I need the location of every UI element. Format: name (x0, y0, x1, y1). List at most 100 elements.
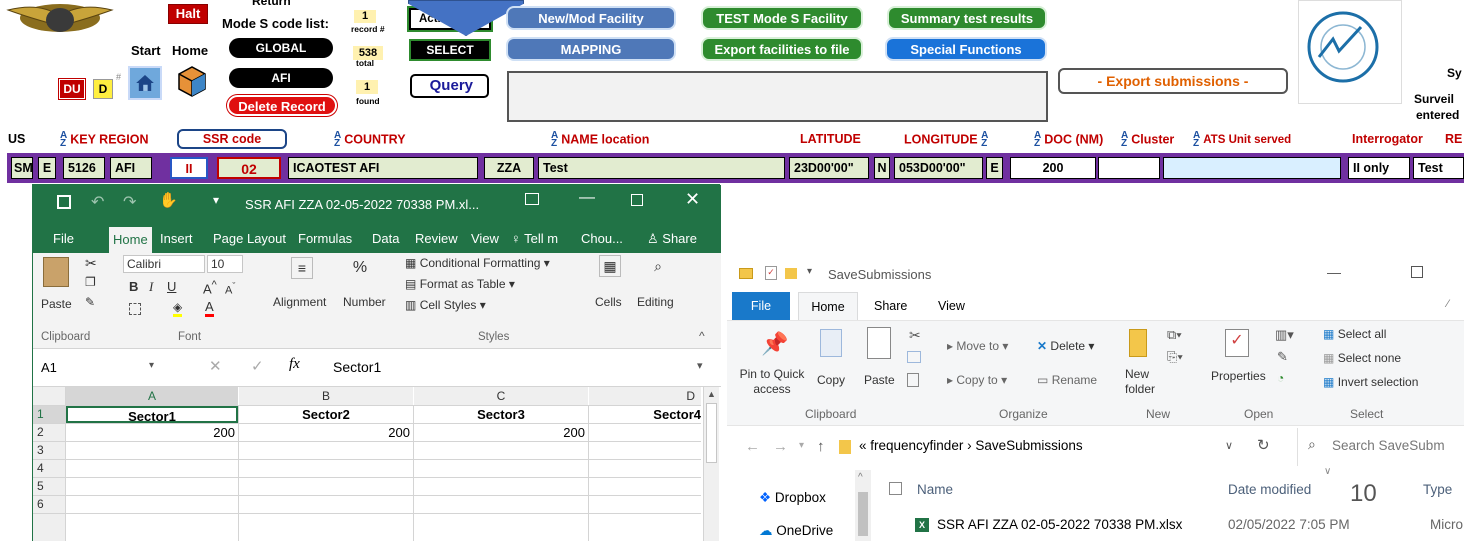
global-button[interactable]: GLOBAL (229, 38, 333, 58)
row-header-4[interactable]: 4 (33, 460, 65, 477)
minimize-icon[interactable]: — (579, 189, 595, 207)
font-name-select[interactable]: Calibri (123, 255, 205, 273)
tell-me-search[interactable]: ♀ Tell m (511, 231, 558, 246)
row-header-6[interactable]: 6 (33, 496, 65, 541)
sort-az-icon[interactable]: AZ (60, 131, 67, 149)
invert-selection-button[interactable]: ▦ Invert selection (1323, 375, 1418, 389)
explorer-tab-home[interactable]: Home (798, 292, 858, 321)
recent-locations-icon[interactable]: ▾ (799, 440, 804, 451)
cell-styles-button[interactable]: ▥ Cell Styles ▾ (405, 298, 486, 312)
copy-icon[interactable]: ❐ (85, 275, 96, 289)
region-field[interactable]: AFI (110, 157, 152, 179)
explorer-minimize-icon[interactable]: — (1327, 264, 1341, 280)
select-all-corner[interactable] (33, 387, 65, 405)
scroll-up-icon[interactable]: ▲ (707, 389, 716, 399)
header-ats-unit[interactable]: A Z ATS Unit served (1193, 131, 1291, 149)
easy-access-icon[interactable]: ⎘▾ (1167, 349, 1183, 365)
properties-icon[interactable]: ✓ (1225, 329, 1249, 357)
country-field[interactable]: ICAOTEST AFI (288, 157, 478, 179)
copy-button[interactable]: Copy (817, 373, 845, 387)
tab-formulas[interactable]: Formulas (298, 231, 352, 246)
scrollbar-thumb[interactable] (706, 403, 717, 463)
up-icon[interactable]: ↑ (817, 438, 825, 455)
copy-icon[interactable] (820, 329, 842, 357)
close-icon[interactable]: ✕ (685, 189, 700, 210)
expand-ribbon-icon[interactable]: ⁄ (1447, 298, 1449, 310)
nav-scrollbar-thumb[interactable] (858, 492, 868, 536)
tab-insert[interactable]: Insert (160, 231, 193, 246)
home-icon[interactable] (128, 66, 162, 100)
font-size-select[interactable]: 10 (207, 255, 243, 273)
rename-button[interactable]: ▭ Rename (1037, 373, 1097, 387)
redo-icon[interactable]: ↷ (123, 192, 136, 212)
query-button[interactable]: Query (410, 74, 489, 98)
expand-formula-icon[interactable]: ▾ (697, 359, 703, 372)
column-header-date-modified[interactable]: Date modified (1228, 482, 1311, 497)
halt-button[interactable]: Halt (168, 4, 208, 24)
select-all-button[interactable]: ▦ Select all (1323, 327, 1386, 341)
quick-access-dropdown-icon[interactable]: ▾ (807, 266, 812, 277)
latitude-hemisphere-field[interactable]: N (874, 157, 890, 179)
edit-icon[interactable]: ✎ (1277, 349, 1288, 365)
sort-az-icon[interactable]: AZ (1121, 131, 1128, 149)
header-cluster[interactable]: A Z Cluster (1121, 131, 1174, 149)
cell-b2[interactable]: 200 (239, 424, 413, 441)
column-header-c[interactable]: C (414, 387, 588, 405)
fill-color-icon[interactable]: ◈ (173, 300, 183, 317)
nav-onedrive[interactable]: ☁ OneDrive (759, 523, 833, 539)
header-country[interactable]: A Z COUNTRY (334, 131, 406, 149)
explorer-tab-file[interactable]: File (732, 292, 790, 320)
column-header-a[interactable]: A (66, 387, 238, 405)
formula-input[interactable]: Sector1 (333, 359, 381, 375)
tab-page-layout[interactable]: Page Layout (213, 231, 286, 246)
tab-home[interactable]: Home (109, 227, 152, 253)
copy-to-button[interactable]: ▸ Copy to ▾ (947, 373, 1007, 387)
ats-unit-field[interactable] (1163, 157, 1341, 179)
afi-button[interactable]: AFI (229, 68, 333, 88)
nav-pane-scrollbar[interactable]: ^ (855, 470, 871, 541)
insert-function-icon[interactable]: fx (289, 356, 300, 373)
pin-to-quick-access-button[interactable]: Pin to Quick access (737, 367, 807, 397)
tab-view[interactable]: View (471, 231, 499, 246)
nav-scroll-up-icon[interactable]: ^ (858, 472, 863, 483)
number-label[interactable]: Number (343, 295, 386, 309)
column-header-type[interactable]: Type (1423, 482, 1452, 497)
column-header-d[interactable]: D (589, 387, 701, 405)
row-header-5[interactable]: 5 (33, 478, 65, 495)
paste-icon[interactable] (867, 327, 891, 359)
longitude-field[interactable]: 053D00'00" (894, 157, 983, 179)
underline-button[interactable]: U (167, 279, 176, 294)
editing-label[interactable]: Editing (637, 295, 674, 309)
select-button[interactable]: SELECT (409, 39, 491, 61)
new-folder-button[interactable]: New folder (1125, 367, 1165, 397)
tab-data[interactable]: Data (372, 231, 399, 246)
address-path[interactable]: « frequencyfinder › SaveSubmissions (859, 438, 1083, 453)
open-icon[interactable]: ▥▾ (1275, 327, 1294, 343)
paste-icon[interactable] (43, 257, 69, 287)
cell-d2[interactable] (589, 424, 701, 441)
row-header-2[interactable]: 2 (33, 424, 65, 441)
percent-icon[interactable]: % (349, 257, 371, 279)
vertical-scrollbar[interactable]: ▲ (703, 387, 719, 541)
longitude-hemisphere-field[interactable]: E (986, 157, 1003, 179)
header-name-location[interactable]: A Z NAME location (551, 131, 649, 149)
cell-c2[interactable]: 200 (414, 424, 588, 441)
path-current[interactable]: SaveSubmissions (975, 438, 1082, 453)
undo-icon[interactable]: ↶ (91, 192, 104, 212)
paste-shortcut-icon[interactable] (907, 373, 919, 387)
new-mod-facility-button[interactable]: New/Mod Facility (506, 6, 676, 30)
row-header-3[interactable]: 3 (33, 442, 65, 459)
sort-az-icon[interactable]: AZ (334, 131, 341, 149)
delete-record-button[interactable]: Delete Record (227, 95, 337, 116)
row-header-1[interactable]: 1 (33, 406, 65, 423)
latitude-field[interactable]: 23D00'00" (789, 157, 869, 179)
new-folder-quick-icon[interactable] (785, 268, 797, 279)
doc-field[interactable]: 200 (1010, 157, 1096, 179)
copy-path-icon[interactable] (907, 351, 921, 363)
cluster-field[interactable] (1098, 157, 1160, 179)
bold-button[interactable]: B (129, 279, 138, 294)
explorer-maximize-icon[interactable] (1411, 266, 1423, 278)
name-box[interactable]: A1 (41, 360, 161, 375)
alignment-icon[interactable]: ≡ (291, 257, 313, 279)
path-parent[interactable]: frequencyfinder (870, 438, 963, 453)
